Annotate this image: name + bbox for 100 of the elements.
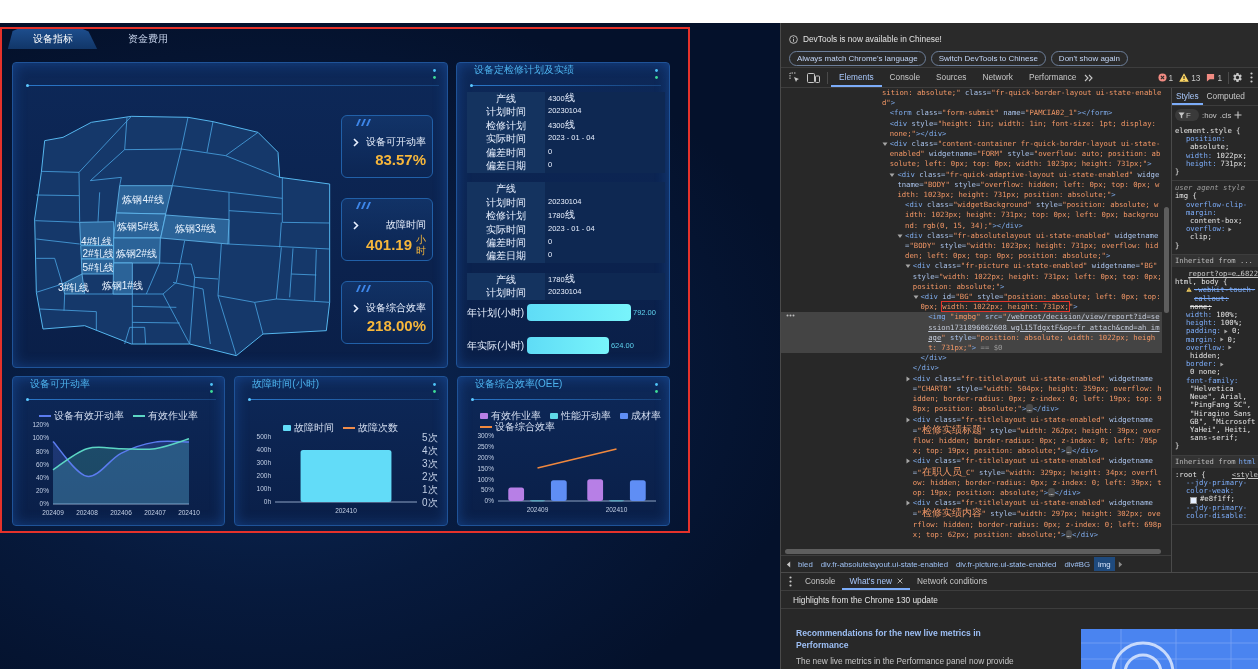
dots-icon [655,69,658,79]
sidebar-tab[interactable]: Styles [1172,88,1203,105]
chart-bar [550,480,567,501]
district-label: 炼钢4#线 [122,194,164,205]
caret-down-icon[interactable] [912,294,919,301]
panel-tab[interactable]: Console [881,68,929,87]
warning-counter[interactable]: 13 [1179,72,1201,83]
legend-label[interactable]: 设备综合效率 [494,421,555,432]
kebab-menu-icon[interactable] [789,576,792,587]
legend-label[interactable]: 成材率 [630,410,661,421]
district-label: 炼钢5#线 [117,220,159,232]
chevron-right-icon [353,303,359,313]
warning-icon [1179,73,1190,82]
scroll-left-icon[interactable] [786,560,791,568]
caret-down-icon[interactable] [881,141,888,147]
panel-tab[interactable]: Sources [928,68,975,87]
stripes-icon [355,285,371,292]
legend-label[interactable]: 故障次数 [358,422,399,433]
infobar-message: DevTools is now available in Chinese! [803,34,942,44]
panel-title: 故障时间(小时) [252,378,319,390]
legend-label[interactable]: 有效作业率 [490,410,541,421]
map-district[interactable]: 4#轧线 [79,221,115,247]
panel-tab[interactable]: Performance [1020,68,1085,87]
stripes-icon [355,119,371,126]
settings-icon[interactable] [1232,72,1243,83]
filter-icon [1178,111,1185,119]
error-counter[interactable]: 1 [1157,72,1174,83]
drawer-headline: Highlights from the Chrome 130 update [781,591,1258,609]
error-icon [1157,73,1167,82]
caret-right-icon[interactable] [1228,226,1233,232]
issue-flag-icon [1206,73,1216,82]
row-header-cell: 计划时间 [467,105,545,120]
map-district[interactable]: 炼钢3#线 [160,214,230,245]
axis-tick-label: 5次 [422,433,438,443]
legend-label[interactable]: 有效作业率 [148,410,199,421]
stripes-icon [355,202,371,209]
row-header-cell: 产线 [467,92,545,106]
kebab-menu-icon[interactable] [1250,72,1253,83]
device-icon[interactable] [807,72,820,83]
chart-bar [586,479,603,501]
caret-right-icon[interactable] [904,458,911,465]
caret-right-icon[interactable] [904,416,911,423]
legend-label[interactable]: 设备有效开动率 [54,410,125,421]
axis-tick-label: 1次 [422,483,438,495]
legend-label[interactable]: 故障时间 [294,422,335,433]
chart-bar [629,480,646,501]
row-header-cell: 产线 [467,272,545,287]
inspect-icon[interactable] [789,72,800,83]
caret-right-icon[interactable] [1219,337,1224,343]
bar-category-label: 年实际(小时) [466,338,524,353]
color-swatch-icon[interactable] [1190,496,1197,504]
drawer-tab[interactable]: Console [798,573,843,590]
row-header-cell: 偏差日期 [467,249,545,264]
district-label: 3#轧线 [58,282,90,294]
drawer-tab[interactable]: Network conditions [910,573,995,590]
axis-tick-label: 4次 [422,444,438,456]
axis-tick-label: 0次 [422,496,438,508]
caret-down-icon[interactable] [897,232,904,239]
row-header-cell: 计划时间 [467,286,545,301]
map-district[interactable]: 炼钢2#线 [113,237,161,264]
kpi-value: 401.19 [366,236,412,254]
bar-category-label: 年计划(小时) [466,305,524,320]
drawer-tab[interactable]: What's new [842,573,911,590]
more-options-icon[interactable] [786,314,795,318]
caret-right-icon[interactable] [904,500,911,507]
row-header-cell: 实际时间 [467,132,545,147]
horizontal-scrollbar[interactable] [785,549,1161,554]
vertical-scrollbar[interactable] [1164,207,1169,313]
panel-title: 设备可开动率 [30,378,90,390]
kpi-label: 故障时间 [386,218,426,232]
panel-title: 设备定检修计划及实绩 [474,64,574,76]
map-district[interactable]: 5#轧线 [80,258,115,275]
caret-right-icon[interactable] [1219,361,1224,367]
axis-tick-label: 3次 [422,457,438,469]
panel-tab[interactable]: Elements [831,68,882,87]
dashboard-tab[interactable]: 资金费用 [100,29,195,49]
caret-down-icon[interactable] [904,263,911,270]
chevron-right-icon [353,220,359,230]
panel-title: 设备综合效率(OEE) [474,378,563,390]
district-label: 4#轧线 [81,235,113,247]
dots-icon [432,383,436,393]
axis-tick-label: 2次 [422,470,438,482]
kpi-value: 218.00% [366,317,426,335]
more-tabs-icon[interactable] [1084,73,1094,82]
article-heading: Recommendations for the new live metrics in Performance [796,627,982,651]
caret-right-icon[interactable] [904,375,911,382]
district-label: 炼钢1#线 [101,280,143,291]
chevron-right-icon [353,137,359,147]
caret-right-icon[interactable] [1223,328,1228,334]
caret-right-icon[interactable] [1228,345,1233,351]
caret-down-icon[interactable] [889,171,896,178]
district-label: 炼钢2#线 [115,247,157,259]
plus-icon[interactable] [1234,111,1243,119]
sidebar-tab[interactable]: Computed [1202,88,1249,105]
panel-tab[interactable]: Network [974,68,1021,87]
info-icon [789,34,798,44]
issues-counter[interactable]: 1 [1206,72,1222,83]
legend-label[interactable]: 性能开动率 [560,410,611,421]
close-icon[interactable] [897,577,904,584]
scroll-right-icon[interactable] [1117,560,1123,568]
